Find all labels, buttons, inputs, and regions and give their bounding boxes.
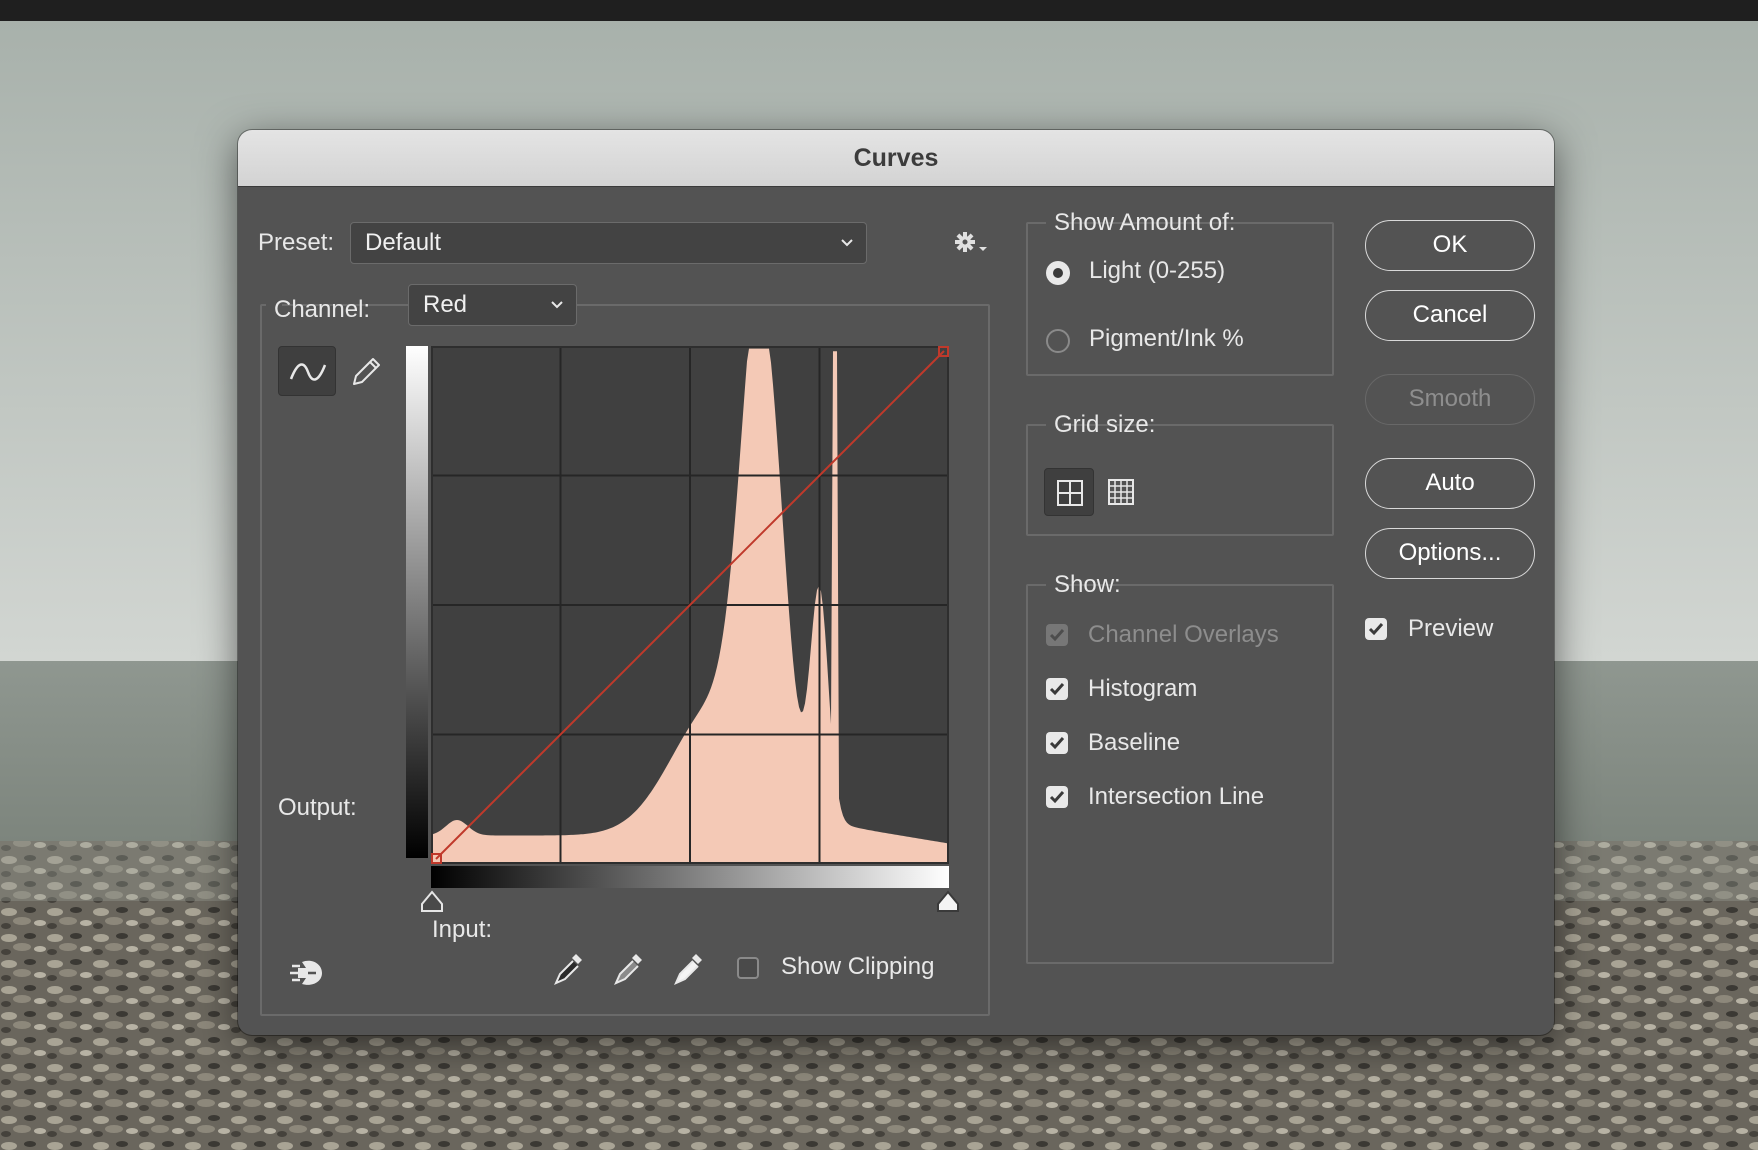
auto-button[interactable]: Auto — [1365, 458, 1535, 509]
baseline-checkbox[interactable] — [1046, 732, 1068, 754]
light-label: Light (0-255) — [1089, 257, 1226, 284]
channel-overlays-checkbox[interactable] — [1046, 624, 1068, 646]
histogram-checkbox[interactable] — [1046, 678, 1068, 700]
light-radio[interactable] — [1046, 261, 1070, 285]
input-label: Input: — [432, 916, 493, 943]
show-clipping-label: Show Clipping — [781, 953, 935, 980]
cancel-button[interactable]: Cancel — [1365, 290, 1535, 341]
curve-point-icon — [289, 363, 327, 381]
show-legend-text: Show: — [1054, 571, 1121, 598]
grid-size-legend: Grid size: — [1046, 408, 1155, 442]
histogram-label: Histogram — [1088, 675, 1198, 702]
title-bar: Curves — [238, 130, 1554, 187]
channel-label: Channel: — [274, 296, 371, 323]
pencil-icon[interactable] — [348, 354, 384, 390]
gear-icon[interactable] — [954, 230, 990, 256]
dialog-title: Curves — [853, 144, 939, 172]
checkmark-icon — [1049, 791, 1065, 804]
curve-point-tool[interactable] — [278, 346, 336, 396]
curves-graph[interactable] — [431, 346, 949, 864]
show-amount-legend: Show Amount of: — [1046, 206, 1235, 240]
preset-dropdown[interactable]: Default — [350, 222, 867, 264]
grid-size-legend-text: Grid size: — [1054, 411, 1156, 438]
ok-button[interactable]: OK — [1365, 220, 1535, 271]
preview-checkbox[interactable] — [1365, 618, 1387, 640]
simple-grid-icon — [1057, 480, 1083, 506]
smooth-button[interactable]: Smooth — [1365, 374, 1535, 425]
checkmark-icon — [1368, 623, 1384, 636]
channel-legend: Channel: — [266, 290, 370, 326]
black-point-slider[interactable] — [419, 890, 445, 914]
output-gradient-bar — [406, 346, 428, 858]
white-point-slider[interactable] — [935, 890, 961, 914]
input-gradient-bar — [431, 866, 949, 888]
chevron-down-icon — [841, 239, 853, 247]
intersection-line-label: Intersection Line — [1088, 783, 1265, 810]
simple-grid-button[interactable] — [1044, 468, 1094, 516]
show-legend: Show: — [1046, 568, 1121, 602]
preset-value: Default — [365, 229, 442, 256]
pigment-label: Pigment/Ink % — [1089, 325, 1244, 352]
show-amount-legend-text: Show Amount of: — [1054, 209, 1236, 236]
white-point-eyedropper-icon[interactable] — [672, 950, 706, 990]
preview-label: Preview — [1408, 615, 1494, 642]
checkmark-icon — [1049, 737, 1065, 750]
black-point-eyedropper-icon[interactable] — [552, 950, 586, 990]
channel-value: Red — [423, 291, 468, 318]
pigment-radio[interactable] — [1046, 329, 1070, 353]
baseline-label: Baseline — [1088, 729, 1181, 756]
chevron-down-icon — [551, 301, 563, 309]
preset-label: Preset: — [258, 229, 335, 256]
intersection-line-checkbox[interactable] — [1046, 786, 1068, 808]
checkmark-icon — [1049, 683, 1065, 696]
curves-dialog: Curves Preset: Default Channel: Red Outp… — [238, 130, 1554, 1035]
menu-bar — [0, 0, 1758, 21]
channel-overlays-label: Channel Overlays — [1088, 621, 1279, 648]
channel-dropdown[interactable]: Red — [408, 284, 577, 326]
show-clipping-checkbox[interactable] — [737, 957, 759, 979]
detailed-grid-icon[interactable] — [1108, 479, 1134, 505]
checkmark-icon — [1049, 629, 1065, 642]
on-image-adjust-icon[interactable] — [288, 956, 328, 990]
gray-point-eyedropper-icon[interactable] — [612, 950, 646, 990]
output-label: Output: — [278, 794, 357, 821]
options-button[interactable]: Options... — [1365, 528, 1535, 579]
